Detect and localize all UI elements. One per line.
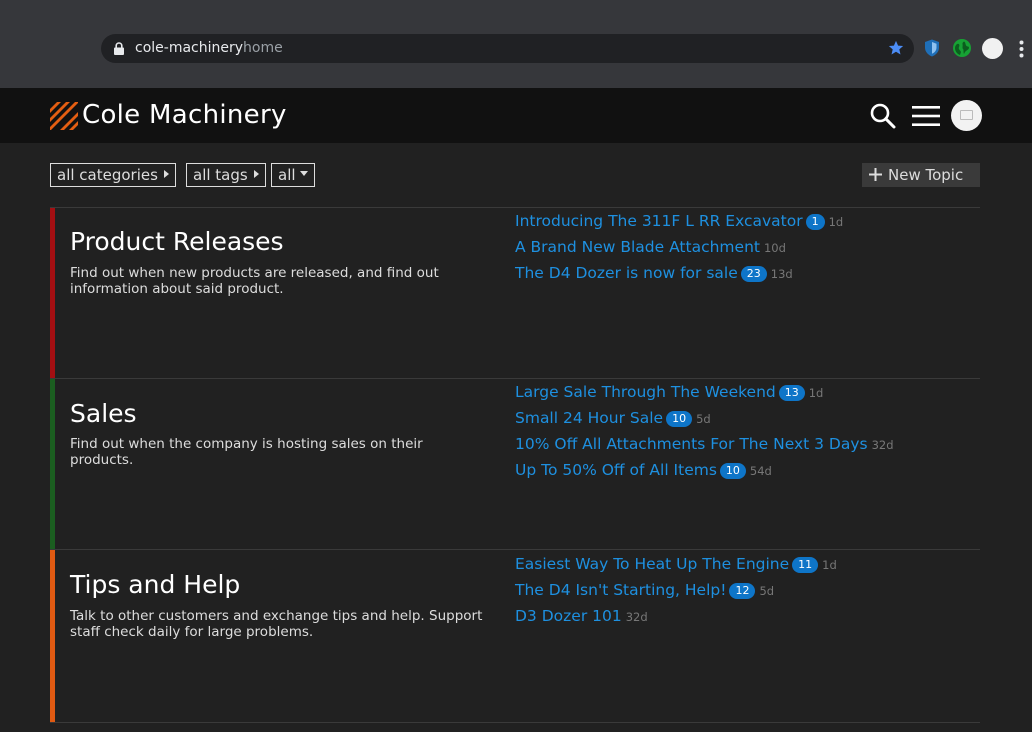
site-header: Cole Machinery: [0, 88, 1032, 143]
new-posts-badge[interactable]: 10: [719, 463, 746, 479]
site-title[interactable]: Cole Machinery: [82, 99, 287, 131]
browser-menu-icon[interactable]: [1019, 40, 1024, 58]
category-name[interactable]: Tips and Help: [70, 570, 240, 600]
category-name[interactable]: Sales: [70, 399, 137, 429]
hamburger-menu-icon[interactable]: [911, 104, 941, 128]
topic-item: 10% Off All Attachments For The Next 3 D…: [515, 434, 894, 454]
topic-age: 1d: [808, 386, 824, 400]
topic-link[interactable]: The D4 Dozer is now for sale: [515, 264, 738, 282]
topic-item: Up To 50% Off of All Items 10 54d: [515, 460, 772, 480]
search-icon[interactable]: [870, 103, 896, 129]
shield-extension-icon[interactable]: [922, 38, 942, 58]
topic-item: The D4 Isn't Starting, Help! 12 5d: [515, 580, 774, 600]
topic-age: 5d: [696, 412, 711, 426]
category-name[interactable]: Product Releases: [70, 227, 284, 257]
profile-avatar-icon[interactable]: [982, 38, 1003, 59]
new-posts-badge[interactable]: 23: [740, 266, 767, 282]
tags-filter-label: all tags: [193, 166, 248, 184]
new-posts-badge[interactable]: 12: [729, 583, 756, 599]
lock-icon[interactable]: [113, 42, 125, 55]
topic-link[interactable]: Large Sale Through The Weekend: [515, 383, 776, 401]
topic-age: 32d: [625, 610, 648, 624]
topic-item: Small 24 Hour Sale 10 5d: [515, 408, 711, 428]
topic-link[interactable]: Small 24 Hour Sale: [515, 409, 663, 427]
browser-toolbar: cole-machineryhome: [0, 0, 1032, 88]
topic-age: 54d: [749, 464, 772, 478]
topic-link[interactable]: 10% Off All Attachments For The Next 3 D…: [515, 435, 868, 453]
avatar-placeholder-icon: [960, 110, 973, 120]
topic-link[interactable]: Up To 50% Off of All Items: [515, 461, 717, 479]
caret-down-icon: [299, 171, 308, 176]
category-filter-dropdown[interactable]: all categories: [50, 163, 176, 187]
period-filter-dropdown[interactable]: all: [271, 163, 315, 187]
topic-link[interactable]: Easiest Way To Heat Up The Engine: [515, 555, 789, 573]
topic-item: A Brand New Blade Attachment 10d: [515, 237, 786, 257]
topic-item: Large Sale Through The Weekend 13 1d: [515, 382, 823, 402]
topic-age: 32d: [871, 438, 894, 452]
url-text[interactable]: cole-machineryhome: [135, 40, 283, 57]
new-topic-label: New Topic: [888, 166, 964, 184]
period-filter-label: all: [278, 166, 296, 184]
topic-age: 5d: [759, 584, 775, 598]
bookmark-star-icon[interactable]: [887, 39, 905, 57]
globe-extension-icon[interactable]: [952, 38, 972, 58]
topic-link[interactable]: D3 Dozer 101: [515, 607, 622, 625]
topic-age: 10d: [763, 241, 786, 255]
topic-item: D3 Dozer 101 32d: [515, 606, 648, 626]
new-topic-button[interactable]: New Topic: [862, 163, 980, 187]
caret-right-icon: [163, 169, 169, 178]
url-host: cole-machinery: [135, 40, 244, 56]
plus-icon: [869, 168, 882, 181]
topic-link[interactable]: A Brand New Blade Attachment: [515, 238, 760, 256]
caret-right-icon: [253, 169, 259, 178]
category-color-bar: [50, 208, 55, 378]
new-posts-badge[interactable]: 10: [666, 411, 693, 427]
category-color-bar: [50, 550, 55, 722]
topic-item: Easiest Way To Heat Up The Engine 11 1d: [515, 554, 837, 574]
new-posts-badge[interactable]: 11: [792, 557, 819, 573]
category-filter-label: all categories: [57, 166, 158, 184]
category-description: Talk to other customers and exchange tip…: [70, 608, 483, 640]
topic-item: Introducing The 311F L RR Excavator 1 1d: [515, 211, 843, 231]
topic-age: 1d: [828, 215, 844, 229]
category-row: Sales Find out when the company is hosti…: [50, 378, 980, 549]
topic-age: 1d: [822, 558, 837, 572]
list-bottom-divider: [50, 722, 980, 723]
address-bar[interactable]: cole-machineryhome: [101, 34, 914, 63]
logo-stripes-icon[interactable]: [50, 102, 78, 130]
new-posts-badge[interactable]: 1: [805, 214, 825, 230]
topic-link[interactable]: The D4 Isn't Starting, Help!: [515, 581, 726, 599]
topic-item: The D4 Dozer is now for sale 23 13d: [515, 263, 793, 283]
url-path: home: [243, 40, 283, 56]
category-description: Find out when new products are released,…: [70, 265, 439, 297]
category-color-bar: [50, 379, 55, 549]
category-row: Tips and Help Talk to other customers an…: [50, 549, 980, 722]
tags-filter-dropdown[interactable]: all tags: [186, 163, 266, 187]
category-description: Find out when the company is hosting sal…: [70, 436, 423, 468]
category-row: Product Releases Find out when new produ…: [50, 207, 980, 378]
topic-age: 13d: [770, 267, 793, 281]
topic-link[interactable]: Introducing The 311F L RR Excavator: [515, 212, 803, 230]
new-posts-badge[interactable]: 13: [778, 385, 805, 401]
user-avatar[interactable]: [951, 100, 982, 131]
